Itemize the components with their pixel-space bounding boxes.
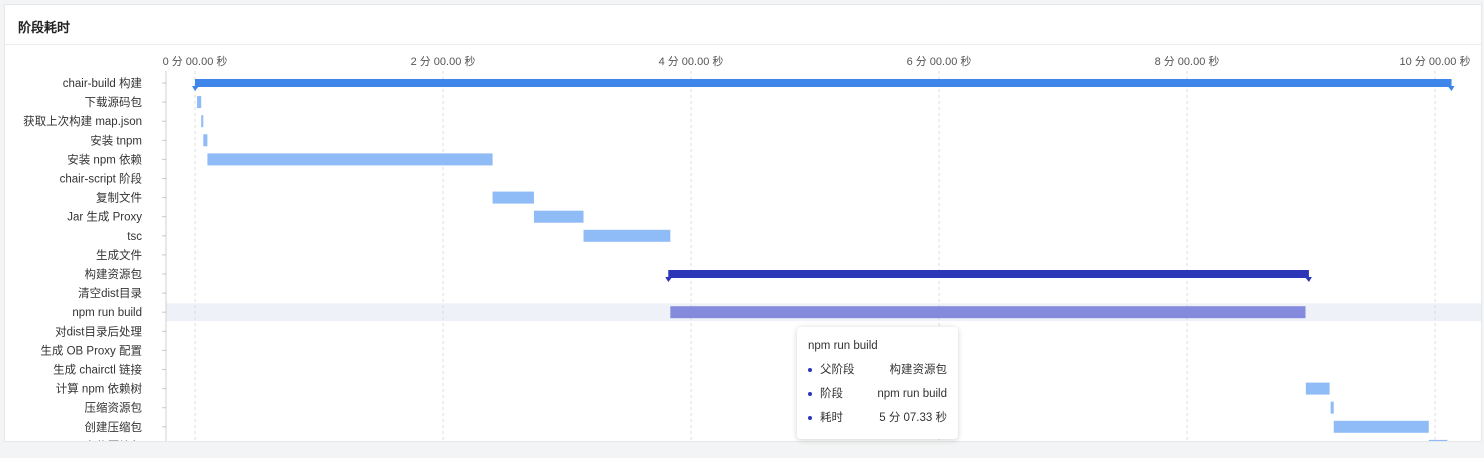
tooltip-row-stage: 阶段 npm run build bbox=[808, 387, 947, 401]
task-bar bbox=[670, 306, 1306, 319]
task-bar bbox=[1305, 382, 1330, 395]
tooltip-value: 构建资源包 bbox=[889, 364, 948, 376]
tooltip-key: 阶段 bbox=[820, 388, 843, 400]
row-label: 上传压缩包 bbox=[85, 439, 143, 442]
tooltip-value: npm run build bbox=[877, 388, 947, 400]
row-label: 创建压缩包 bbox=[85, 420, 143, 434]
task-bar bbox=[203, 134, 208, 147]
row-label: 清空dist目录 bbox=[78, 286, 142, 300]
task-bar bbox=[1428, 439, 1448, 441]
tooltip-dot-icon bbox=[808, 392, 812, 396]
tooltip-key: 耗时 bbox=[820, 412, 843, 424]
x-tick-label: 10 分 00.00 秒 bbox=[1400, 54, 1471, 68]
task-bar bbox=[1333, 420, 1429, 433]
group-bar-end-marker bbox=[1304, 277, 1312, 282]
task-bar bbox=[197, 96, 202, 109]
row-label: 构建资源包 bbox=[85, 267, 143, 281]
row-label: Jar 生成 Proxy bbox=[67, 210, 142, 224]
x-tick-label: 6 分 00.00 秒 bbox=[907, 54, 972, 68]
task-bar bbox=[1330, 401, 1334, 414]
group-bar-end-marker bbox=[1447, 86, 1455, 91]
stage-duration-panel: 阶段耗时 0 分 00.00 秒 2 分 00.00 秒 4 分 00.00 秒 6 … bbox=[4, 4, 1482, 442]
row-label: 压缩资源包 bbox=[85, 401, 143, 415]
tooltip-row-parent: 父阶段 构建资源包 bbox=[808, 363, 947, 377]
row-label: 复制文件 bbox=[96, 191, 142, 205]
tooltip-key: 父阶段 bbox=[820, 364, 855, 376]
row-label: tsc bbox=[127, 231, 142, 243]
row-label: npm run build bbox=[72, 307, 142, 319]
row-label: 下载源码包 bbox=[85, 95, 143, 109]
task-bar bbox=[201, 115, 204, 128]
group-bar bbox=[195, 79, 1452, 87]
row-label: 获取上次构建 map.json bbox=[23, 114, 142, 128]
row-label: 计算 npm 依赖树 bbox=[56, 382, 143, 396]
row-label: 安装 tnpm bbox=[90, 133, 142, 147]
group-bar-start-marker bbox=[192, 86, 199, 91]
tooltip-title: npm run build bbox=[808, 340, 878, 352]
tooltip-value: 5 分 07.33 秒 bbox=[879, 412, 947, 424]
row-label: 安装 npm 依赖 bbox=[67, 152, 142, 166]
row-label: chair-script 阶段 bbox=[60, 172, 143, 186]
tooltip-dot-icon bbox=[808, 416, 812, 420]
row-label: 对dist目录后处理 bbox=[55, 324, 142, 338]
group-bar bbox=[668, 270, 1309, 278]
x-tick-label: 0 分 00.00 秒 bbox=[163, 54, 228, 68]
tooltip-dot-icon bbox=[808, 368, 812, 372]
group-bar-start-marker bbox=[665, 277, 673, 282]
task-bar bbox=[492, 191, 534, 204]
x-tick-label: 8 分 00.00 秒 bbox=[1155, 54, 1220, 68]
row-label: 生成 chairctl 链接 bbox=[53, 363, 142, 377]
row-label: 生成 OB Proxy 配置 bbox=[40, 343, 142, 357]
row-label: chair-build 构建 bbox=[63, 76, 143, 90]
row-label: 生成文件 bbox=[96, 248, 142, 262]
gantt-chart: 0 分 00.00 秒 2 分 00.00 秒 4 分 00.00 秒 6 分 00.… bbox=[23, 54, 1481, 442]
task-bar bbox=[207, 153, 493, 166]
x-tick-label: 2 分 00.00 秒 bbox=[411, 54, 476, 68]
chart-tooltip: npm run build 父阶段 构建资源包 阶段 npm run build… bbox=[797, 327, 958, 439]
task-bar bbox=[583, 229, 671, 242]
tooltip-row-duration: 耗时 5 分 07.33 秒 bbox=[808, 411, 947, 425]
task-bar bbox=[533, 210, 584, 223]
x-tick-label: 4 分 00.00 秒 bbox=[659, 54, 724, 68]
